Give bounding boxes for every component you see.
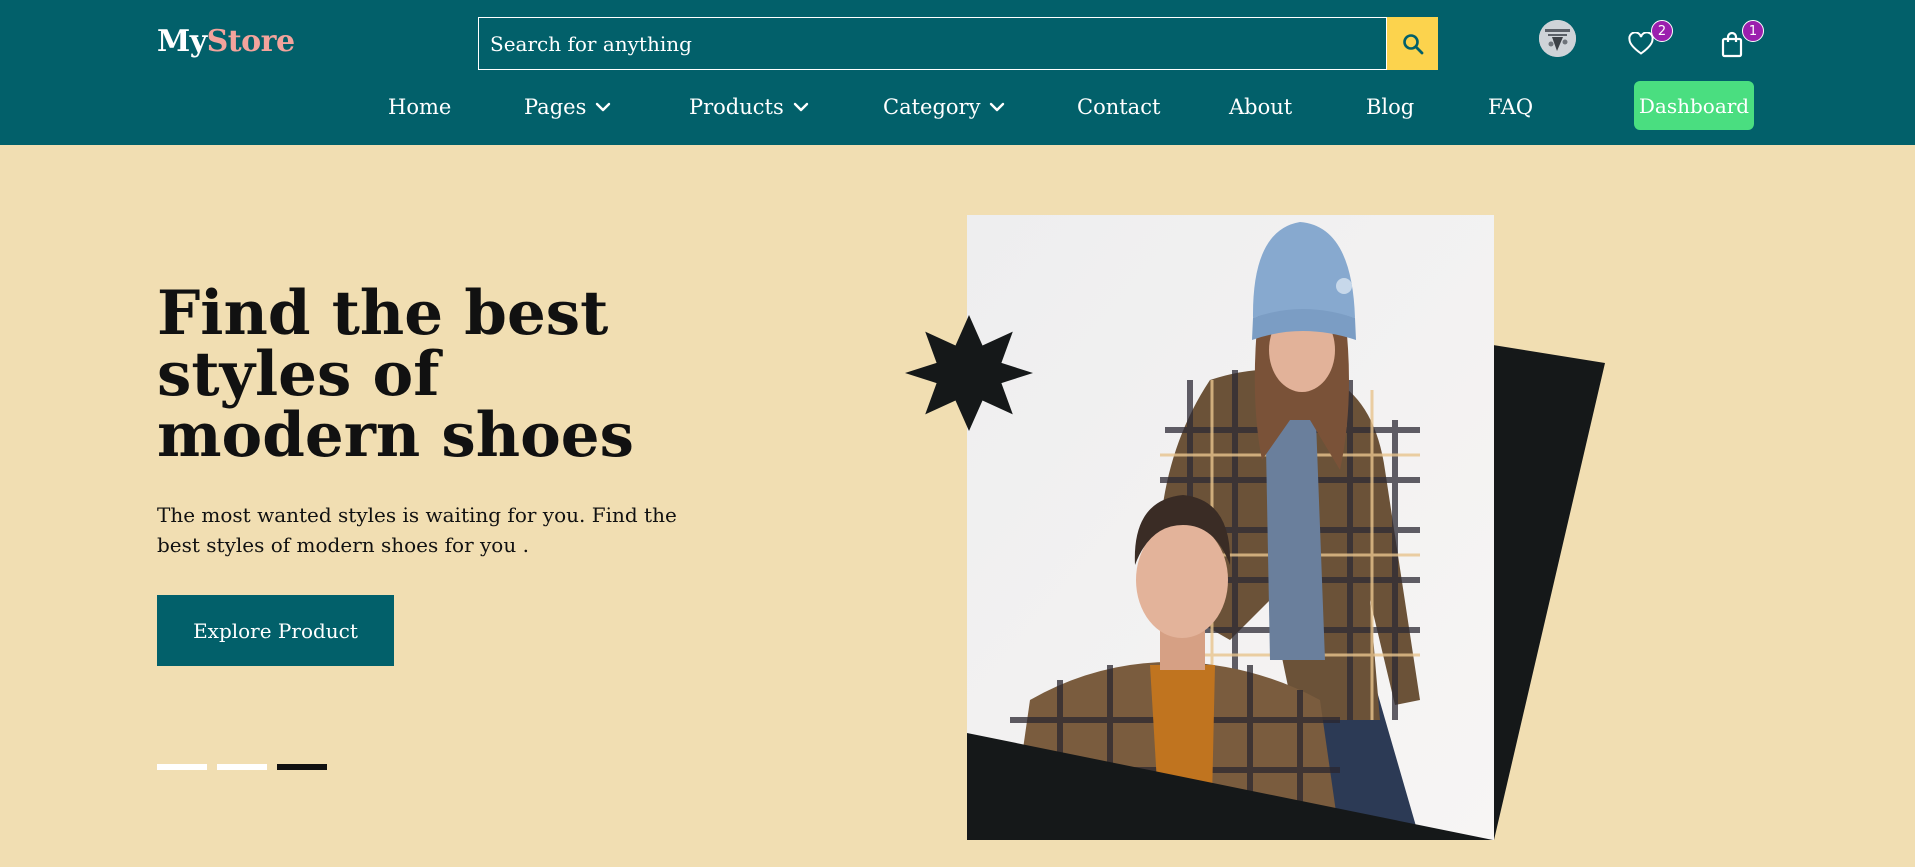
nav-item-label: Category: [883, 95, 981, 119]
wishlist-count-badge: 2: [1651, 20, 1673, 42]
nav-item-label: Contact: [1077, 95, 1161, 119]
nav-item-contact[interactable]: Contact: [1077, 95, 1160, 119]
slider-indicators: [157, 764, 327, 770]
shopping-bag-icon: [1721, 31, 1743, 58]
diagonal-dark-shape: [967, 733, 1493, 840]
nav-item-home[interactable]: Home: [388, 95, 451, 119]
slide-indicator-1[interactable]: [157, 764, 207, 770]
search-input[interactable]: [478, 17, 1387, 70]
hero-title: Find the best styles of modern shoes: [157, 278, 634, 471]
cart-count-badge: 1: [1742, 20, 1764, 42]
wishlist-button[interactable]: 2: [1623, 20, 1673, 62]
hero-subtitle: The most wanted styles is waiting for yo…: [157, 503, 677, 557]
avatar-image: [1539, 20, 1576, 57]
slide-indicator-2[interactable]: [217, 764, 267, 770]
nav-item-blog[interactable]: Blog: [1366, 95, 1414, 119]
search-icon: [1402, 33, 1423, 54]
nav-item-faq[interactable]: FAQ: [1488, 95, 1533, 119]
chevron-down-icon: [990, 102, 1005, 112]
heart-icon: [1628, 32, 1654, 55]
nav-item-label: FAQ: [1488, 95, 1534, 119]
nav-item-label: Pages: [524, 95, 587, 119]
nav-item-label: Products: [689, 95, 784, 119]
nav-item-category[interactable]: Category: [883, 95, 1005, 119]
tilted-backdrop-shape: [1493, 345, 1605, 840]
nav-item-label: Home: [388, 95, 452, 119]
user-avatar[interactable]: [1539, 20, 1576, 57]
logo-text-my: My: [157, 24, 207, 59]
nav-item-about[interactable]: About: [1229, 95, 1292, 119]
starburst-shape: [905, 315, 1033, 431]
search-button[interactable]: [1387, 17, 1438, 70]
nav-item-label: About: [1229, 95, 1293, 119]
nav-item-pages[interactable]: Pages: [524, 95, 611, 119]
explore-product-button[interactable]: Explore Product: [157, 595, 394, 666]
chevron-down-icon: [596, 102, 611, 112]
nav-item-products[interactable]: Products: [689, 95, 809, 119]
slide-indicator-3[interactable]: [277, 764, 327, 770]
chevron-down-icon: [793, 102, 808, 112]
cart-button[interactable]: 1: [1714, 20, 1764, 62]
nav-item-label: Blog: [1366, 95, 1415, 119]
dashboard-button[interactable]: Dashboard: [1634, 81, 1754, 130]
logo[interactable]: MyStore: [157, 24, 295, 59]
hero-photo: [967, 215, 1494, 840]
logo-text-store: Store: [206, 24, 295, 59]
search-bar: [478, 17, 1438, 70]
site-header: MyStore 2 1 Home: [0, 0, 1915, 145]
main-nav: Home Pages Products Category Contact Abo…: [0, 89, 1915, 129]
